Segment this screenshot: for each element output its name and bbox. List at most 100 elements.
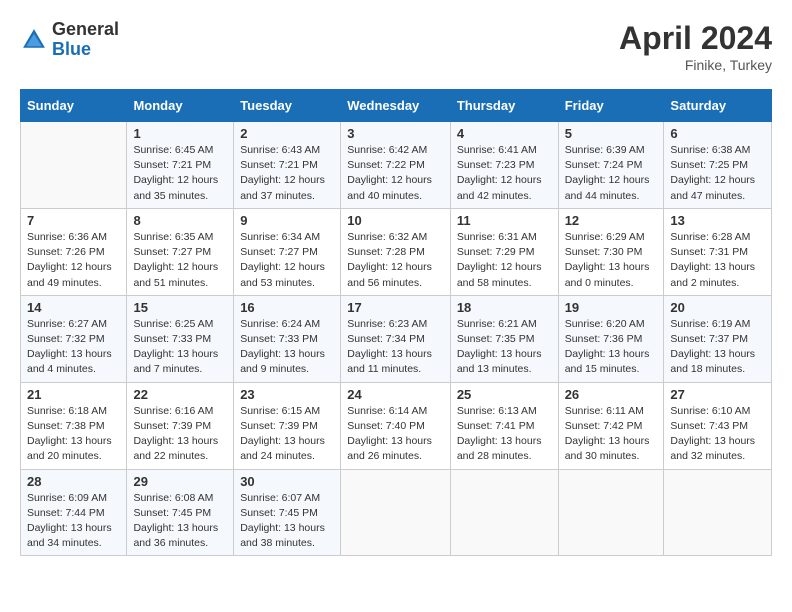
day-number: 10 [347, 213, 444, 228]
calendar-cell: 13Sunrise: 6:28 AMSunset: 7:31 PMDayligh… [664, 208, 772, 295]
day-number: 15 [133, 300, 227, 315]
calendar-cell: 6 Sunrise: 6:38 AMSunset: 7:25 PMDaylight… [664, 122, 772, 209]
calendar-cell: 18 Sunrise: 6:21 AMSunset: 7:35 PMDayligh… [450, 295, 558, 382]
calendar-cell: 22 Sunrise: 6:16 AMSunset: 7:39 PMDayligh… [127, 382, 234, 469]
day-number: 5 [565, 126, 658, 141]
day-number: 25 [457, 387, 552, 402]
calendar-cell [664, 469, 772, 556]
column-header-friday: Friday [558, 90, 664, 122]
calendar-cell: 19Sunrise: 6:20 AMSunset: 7:36 PMDayligh… [558, 295, 664, 382]
day-number: 18 [457, 300, 552, 315]
day-info: Sunrise: 6:13 AMSunset: 7:41 PMDaylight:… [457, 404, 552, 465]
day-number: 8 [133, 213, 227, 228]
calendar-cell: 4 Sunrise: 6:41 AMSunset: 7:23 PMDaylight… [450, 122, 558, 209]
day-info: Sunrise: 6:38 AMSunset: 7:25 PMDaylight:… [670, 143, 765, 204]
calendar-cell: 3 Sunrise: 6:42 AMSunset: 7:22 PMDaylight… [341, 122, 451, 209]
column-header-monday: Monday [127, 90, 234, 122]
day-info: Sunrise: 6:15 AMSunset: 7:39 PMDaylight:… [240, 404, 334, 465]
logo: General Blue [20, 20, 119, 60]
calendar-cell: 27Sunrise: 6:10 AMSunset: 7:43 PMDayligh… [664, 382, 772, 469]
day-number: 26 [565, 387, 658, 402]
day-number: 6 [670, 126, 765, 141]
calendar-cell: 26 Sunrise: 6:11 AMSunset: 7:42 PMDayligh… [558, 382, 664, 469]
calendar-cell: 21 Sunrise: 6:18 AMSunset: 7:38 PMDayligh… [21, 382, 127, 469]
day-info: Sunrise: 6:09 AMSunset: 7:44 PMDaylight:… [27, 491, 120, 552]
calendar-cell: 1 Sunrise: 6:45 AMSunset: 7:21 PMDaylight… [127, 122, 234, 209]
column-header-thursday: Thursday [450, 90, 558, 122]
week-row: 28 Sunrise: 6:09 AMSunset: 7:44 PMDayligh… [21, 469, 772, 556]
calendar-cell: 9Sunrise: 6:34 AMSunset: 7:27 PMDaylight… [234, 208, 341, 295]
day-info: Sunrise: 6:36 AMSunset: 7:26 PMDaylight:… [27, 230, 120, 291]
day-number: 21 [27, 387, 120, 402]
day-number: 17 [347, 300, 444, 315]
day-number: 24 [347, 387, 444, 402]
day-info: Sunrise: 6:42 AMSunset: 7:22 PMDaylight:… [347, 143, 444, 204]
column-headers: SundayMondayTuesdayWednesdayThursdayFrid… [21, 90, 772, 122]
calendar-cell: 17 Sunrise: 6:23 AMSunset: 7:34 PMDayligh… [341, 295, 451, 382]
column-header-wednesday: Wednesday [341, 90, 451, 122]
day-info: Sunrise: 6:11 AMSunset: 7:42 PMDaylight:… [565, 404, 658, 465]
calendar-cell: 15 Sunrise: 6:25 AMSunset: 7:33 PMDayligh… [127, 295, 234, 382]
logo-text: General Blue [52, 20, 119, 60]
calendar-cell: 25 Sunrise: 6:13 AMSunset: 7:41 PMDayligh… [450, 382, 558, 469]
day-number: 28 [27, 474, 120, 489]
day-info: Sunrise: 6:24 AMSunset: 7:33 PMDaylight:… [240, 317, 334, 378]
week-row: 21 Sunrise: 6:18 AMSunset: 7:38 PMDayligh… [21, 382, 772, 469]
week-row: 7 Sunrise: 6:36 AMSunset: 7:26 PMDaylight… [21, 208, 772, 295]
week-row: 14Sunrise: 6:27 AMSunset: 7:32 PMDayligh… [21, 295, 772, 382]
calendar-cell: 10 Sunrise: 6:32 AMSunset: 7:28 PMDayligh… [341, 208, 451, 295]
day-number: 2 [240, 126, 334, 141]
day-info: Sunrise: 6:16 AMSunset: 7:39 PMDaylight:… [133, 404, 227, 465]
day-info: Sunrise: 6:39 AMSunset: 7:24 PMDaylight:… [565, 143, 658, 204]
day-number: 14 [27, 300, 120, 315]
day-info: Sunrise: 6:25 AMSunset: 7:33 PMDaylight:… [133, 317, 227, 378]
calendar-cell: 14Sunrise: 6:27 AMSunset: 7:32 PMDayligh… [21, 295, 127, 382]
day-number: 29 [133, 474, 227, 489]
day-info: Sunrise: 6:10 AMSunset: 7:43 PMDaylight:… [670, 404, 765, 465]
logo-blue: Blue [52, 40, 119, 60]
day-info: Sunrise: 6:34 AMSunset: 7:27 PMDaylight:… [240, 230, 334, 291]
day-info: Sunrise: 6:31 AMSunset: 7:29 PMDaylight:… [457, 230, 552, 291]
day-info: Sunrise: 6:14 AMSunset: 7:40 PMDaylight:… [347, 404, 444, 465]
day-number: 3 [347, 126, 444, 141]
calendar-cell: 11 Sunrise: 6:31 AMSunset: 7:29 PMDayligh… [450, 208, 558, 295]
column-header-sunday: Sunday [21, 90, 127, 122]
day-number: 30 [240, 474, 334, 489]
logo-general: General [52, 20, 119, 40]
day-info: Sunrise: 6:45 AMSunset: 7:21 PMDaylight:… [133, 143, 227, 204]
day-info: Sunrise: 6:32 AMSunset: 7:28 PMDaylight:… [347, 230, 444, 291]
day-info: Sunrise: 6:41 AMSunset: 7:23 PMDaylight:… [457, 143, 552, 204]
calendar-cell: 12 Sunrise: 6:29 AMSunset: 7:30 PMDayligh… [558, 208, 664, 295]
day-info: Sunrise: 6:07 AMSunset: 7:45 PMDaylight:… [240, 491, 334, 552]
day-info: Sunrise: 6:08 AMSunset: 7:45 PMDaylight:… [133, 491, 227, 552]
day-number: 22 [133, 387, 227, 402]
day-info: Sunrise: 6:21 AMSunset: 7:35 PMDaylight:… [457, 317, 552, 378]
day-number: 4 [457, 126, 552, 141]
day-info: Sunrise: 6:19 AMSunset: 7:37 PMDaylight:… [670, 317, 765, 378]
calendar-cell: 29 Sunrise: 6:08 AMSunset: 7:45 PMDayligh… [127, 469, 234, 556]
day-info: Sunrise: 6:43 AMSunset: 7:21 PMDaylight:… [240, 143, 334, 204]
calendar-cell: 23Sunrise: 6:15 AMSunset: 7:39 PMDayligh… [234, 382, 341, 469]
day-number: 12 [565, 213, 658, 228]
day-number: 20 [670, 300, 765, 315]
location: Finike, Turkey [619, 57, 772, 73]
day-number: 16 [240, 300, 334, 315]
calendar-cell: 2 Sunrise: 6:43 AMSunset: 7:21 PMDaylight… [234, 122, 341, 209]
day-number: 7 [27, 213, 120, 228]
calendar-body: 1 Sunrise: 6:45 AMSunset: 7:21 PMDaylight… [21, 122, 772, 556]
calendar-cell: 7 Sunrise: 6:36 AMSunset: 7:26 PMDaylight… [21, 208, 127, 295]
logo-icon [20, 26, 48, 54]
day-number: 1 [133, 126, 227, 141]
day-info: Sunrise: 6:28 AMSunset: 7:31 PMDaylight:… [670, 230, 765, 291]
calendar-cell: 30 Sunrise: 6:07 AMSunset: 7:45 PMDayligh… [234, 469, 341, 556]
day-info: Sunrise: 6:23 AMSunset: 7:34 PMDaylight:… [347, 317, 444, 378]
day-number: 11 [457, 213, 552, 228]
day-info: Sunrise: 6:20 AMSunset: 7:36 PMDaylight:… [565, 317, 658, 378]
column-header-tuesday: Tuesday [234, 90, 341, 122]
calendar-table: SundayMondayTuesdayWednesdayThursdayFrid… [20, 89, 772, 556]
calendar-cell: 5 Sunrise: 6:39 AMSunset: 7:24 PMDaylight… [558, 122, 664, 209]
day-info: Sunrise: 6:29 AMSunset: 7:30 PMDaylight:… [565, 230, 658, 291]
day-info: Sunrise: 6:18 AMSunset: 7:38 PMDaylight:… [27, 404, 120, 465]
title-section: April 2024 Finike, Turkey [619, 20, 772, 73]
calendar-cell: 16 Sunrise: 6:24 AMSunset: 7:33 PMDayligh… [234, 295, 341, 382]
